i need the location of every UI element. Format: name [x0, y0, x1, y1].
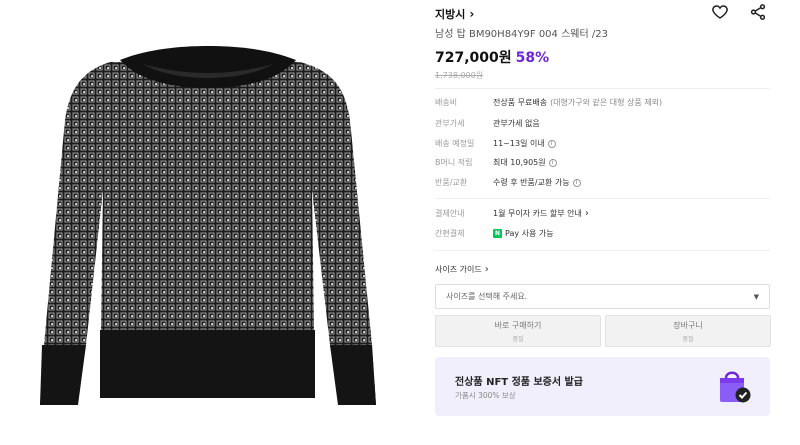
spec-note: (대형가구와 같은 대형 상품 제외)	[550, 98, 663, 107]
spec-points: B머니 적립 최대 10,905원 i	[435, 157, 770, 168]
spec-value: 수령 후 반품/교환 가능	[493, 178, 570, 187]
spec-value: 11~13일 이내	[493, 139, 545, 148]
heart-icon[interactable]	[711, 3, 729, 21]
divider	[435, 198, 770, 199]
chevron-right-icon: ›	[484, 264, 489, 275]
spec-label: 결제안내	[435, 209, 465, 218]
spec-label: 배송 예정일	[435, 139, 475, 148]
size-select[interactable]: 사이즈를 선택해 주세요. ▼	[435, 284, 770, 309]
brand-name: 지방시	[435, 8, 466, 21]
spec-label: 배송비	[435, 98, 458, 107]
nft-banner[interactable]: 전상품 NFT 정품 보증서 발급 가품시 300% 보상	[435, 357, 770, 416]
product-info-panel: 지방시 › 남성 탑 BM90H84Y9F 004 스웨터 /23 727,00…	[435, 0, 775, 445]
info-icon[interactable]: i	[548, 158, 557, 167]
nft-title: 전상품 NFT 정품 보증서 발급	[455, 377, 583, 388]
nft-subtitle: 가품시 300% 보상	[455, 391, 516, 400]
brand-link[interactable]: 지방시 ›	[435, 6, 474, 22]
discount-rate: 58%	[515, 50, 550, 66]
spec-label: 관부가세	[435, 119, 465, 128]
naver-pay-icon: N	[493, 229, 502, 238]
spec-value: 1월 무이자 카드 할부 안내	[493, 209, 582, 218]
cart-label: 장바구니	[673, 320, 703, 330]
sale-price: 727,000원	[435, 50, 512, 66]
payment-easy: 간편결제 N Pay 사용 가능	[435, 228, 770, 239]
caret-down-icon: ▼	[753, 292, 759, 301]
spec-value: 관부가세 없음	[493, 119, 540, 128]
spec-value: 전상품 무료배송	[493, 98, 548, 107]
sold-out-label: 품절	[512, 335, 524, 343]
size-guide-link[interactable]: 사이즈 가이드 ›	[435, 264, 489, 275]
spec-label: 반품/교환	[435, 178, 468, 187]
buy-now-button[interactable]: 바로 구매하기 품절	[435, 315, 601, 347]
share-icon[interactable]	[749, 3, 767, 21]
spec-shipping-fee: 배송비 전상품 무료배송 (대형가구와 같은 대형 상품 제외)	[435, 97, 770, 108]
divider	[435, 88, 770, 89]
original-price: 1,738,000원	[435, 71, 484, 80]
spec-returns: 반품/교환 수령 후 반품/교환 가능 i	[435, 177, 770, 188]
divider	[435, 250, 770, 251]
sweater-illustration	[40, 46, 376, 405]
spec-customs: 관부가세 관부가세 없음	[435, 118, 770, 129]
product-image[interactable]	[0, 0, 420, 445]
spec-value: Pay 사용 가능	[505, 229, 554, 238]
product-title: 남성 탑 BM90H84Y9F 004 스웨터 /23	[435, 29, 608, 40]
chevron-right-icon: ›	[584, 208, 589, 219]
size-select-placeholder: 사이즈를 선택해 주세요.	[446, 292, 528, 301]
spec-label: B머니 적립	[435, 158, 473, 167]
chevron-right-icon: ›	[469, 7, 475, 21]
spec-value: 최대 10,905원	[493, 158, 546, 167]
top-actions	[711, 3, 767, 21]
price-row: 727,000원 58%	[435, 47, 549, 67]
sold-out-label: 품절	[682, 335, 694, 343]
info-icon[interactable]: i	[572, 178, 581, 187]
shopping-bag-check-icon	[714, 366, 754, 406]
add-to-cart-button[interactable]: 장바구니 품절	[605, 315, 771, 347]
info-icon[interactable]: i	[547, 139, 556, 148]
payment-guide[interactable]: 결제안내 1월 무이자 카드 할부 안내 ›	[435, 208, 770, 219]
spec-label: 간편결제	[435, 229, 465, 238]
buy-now-label: 바로 구매하기	[494, 320, 542, 330]
size-guide-label: 사이즈 가이드	[435, 265, 482, 274]
spec-delivery-date: 배송 예정일 11~13일 이내 i	[435, 138, 770, 149]
